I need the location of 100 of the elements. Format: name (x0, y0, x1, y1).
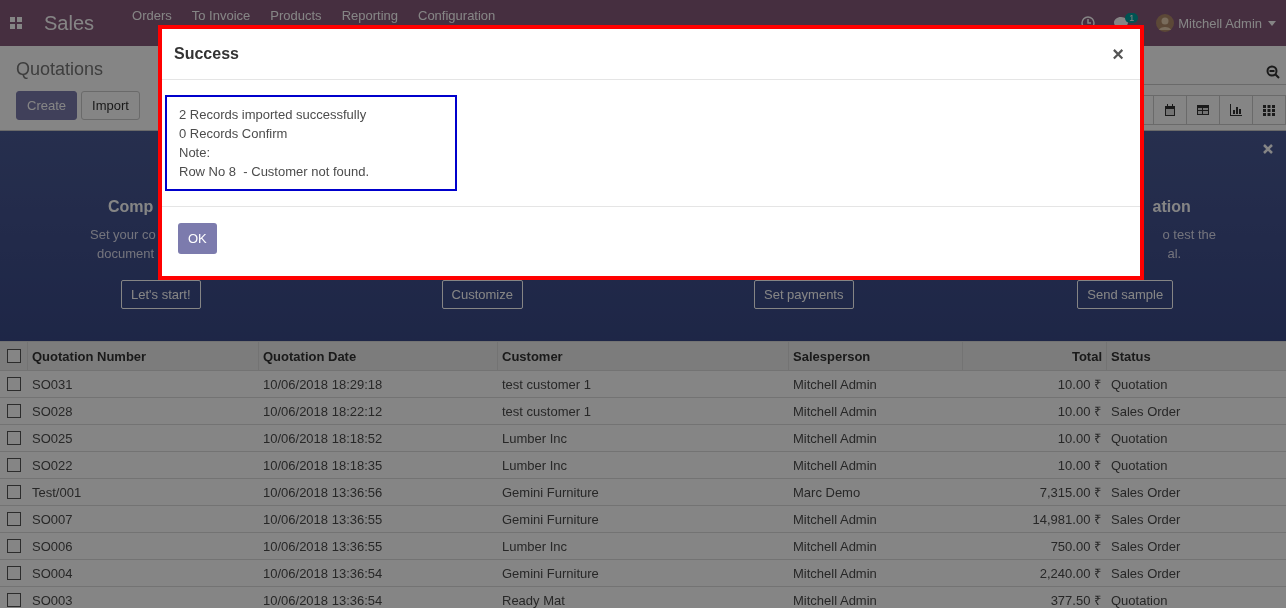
message-line: Row No 8 - Customer not found. (179, 163, 371, 181)
table-cell-text: SO006 (31, 538, 74, 554)
table-cell-text: Marc Demo (792, 484, 862, 500)
table-cell-text: Mitchell Admin (792, 376, 878, 392)
table-cell-text: 10/06/2018 13:36:54 (262, 565, 384, 581)
breadcrumb: Quotations (16, 59, 105, 80)
create-button[interactable]: Create (16, 91, 78, 120)
step-description: Set your co (90, 226, 156, 244)
table-cell-text: Gemini Furniture (501, 565, 600, 581)
calendar-view-button[interactable] (1153, 95, 1187, 125)
table-cell-text: SO031 (31, 376, 74, 392)
calendar-icon (1164, 104, 1176, 116)
column-header[interactable]: Salesperson (788, 342, 962, 370)
app-name: Sales (44, 11, 95, 35)
table-cell-text: 377.50 ₹ (1049, 592, 1102, 608)
row-checkbox[interactable] (6, 404, 21, 418)
table-cell-text: SO025 (31, 430, 74, 446)
step-description: document (96, 245, 155, 263)
row-checkbox[interactable] (6, 458, 21, 472)
menu-item[interactable]: Reporting (341, 8, 398, 23)
menu-item[interactable]: Products (270, 8, 322, 23)
table-cell-text: Mitchell Admin (792, 403, 878, 419)
table-cell-text: 10/06/2018 13:36:56 (262, 484, 384, 500)
kanban-view-button[interactable] (1252, 95, 1286, 125)
row-checkbox[interactable] (6, 431, 21, 445)
step-title: Comp (107, 198, 154, 216)
table-cell-text: Lumber Inc (501, 457, 569, 473)
table-cell-text: SO007 (31, 511, 74, 527)
step-description: al. (1166, 245, 1182, 263)
row-checkbox[interactable] (6, 485, 21, 499)
caret-icon (1268, 20, 1276, 26)
ok-button[interactable]: OK (178, 223, 217, 254)
menu-item[interactable]: To Invoice (191, 8, 251, 23)
message-line: 2 Records imported successfully (179, 106, 368, 124)
dialog-title: Success (174, 45, 239, 63)
table-cell-text: 7,315.00 ₹ (1038, 484, 1102, 501)
table-icon (1197, 104, 1209, 116)
row-checkbox[interactable] (6, 539, 21, 553)
search-icon[interactable] (1266, 64, 1280, 79)
table-cell-text: 10.00 ₹ (1056, 403, 1102, 420)
table-cell-text: SO028 (31, 403, 74, 419)
table-cell-text: 10/06/2018 13:36:54 (262, 592, 384, 608)
table-cell-text: 10/06/2018 18:29:18 (262, 376, 384, 392)
row-checkbox[interactable] (6, 512, 21, 526)
close-button[interactable]: × (1108, 42, 1128, 66)
row-checkbox[interactable] (6, 566, 21, 580)
select-all-checkbox[interactable] (6, 349, 21, 363)
row-checkbox[interactable] (6, 377, 21, 391)
step-button[interactable]: Customize (441, 280, 523, 309)
table-cell-text: Lumber Inc (501, 538, 569, 554)
table-cell-text: Lumber Inc (501, 430, 569, 446)
table-cell-text: Mitchell Admin (792, 430, 878, 446)
table-cell-text: test customer 1 (501, 403, 592, 419)
step-button[interactable]: Send sample (1077, 280, 1174, 309)
step-button[interactable]: Set payments (754, 280, 854, 309)
table-cell-text: 10.00 ₹ (1056, 376, 1102, 393)
table-cell-text: SO004 (31, 565, 74, 581)
table-cell-text: 10/06/2018 13:36:55 (262, 538, 384, 554)
message-line: 0 Records Confirm (179, 125, 289, 143)
column-header[interactable]: Customer (497, 342, 788, 370)
table-cell-text: Mitchell Admin (792, 457, 878, 473)
table-cell-text: 10.00 ₹ (1056, 457, 1102, 474)
table-cell-text: SO003 (31, 592, 74, 608)
table-cell-text: Quotation (1110, 457, 1169, 473)
table-cell-text: 14,981.00 ₹ (1031, 511, 1102, 528)
table-cell-text: SO022 (31, 457, 74, 473)
table-cell-text: 10/06/2018 18:18:52 (262, 430, 384, 446)
table-cell-text: Ready Mat (501, 592, 566, 608)
grid-icon (1263, 104, 1275, 116)
apps-icon[interactable] (10, 17, 22, 29)
table-cell-text: Sales Order (1110, 403, 1182, 419)
table-cell-text: Gemini Furniture (501, 511, 600, 527)
user-menu[interactable]: Mitchell Admin (1178, 15, 1262, 31)
step-description: o test the (1161, 226, 1216, 244)
column-header[interactable]: Total (962, 342, 1106, 370)
avatar-icon (1156, 14, 1175, 32)
table-cell-text: Sales Order (1110, 511, 1182, 527)
table-cell-text: 10/06/2018 13:36:55 (262, 511, 384, 527)
close-icon[interactable] (1263, 144, 1273, 154)
column-header[interactable]: Status (1106, 342, 1286, 370)
menu-item[interactable]: Configuration (418, 8, 496, 23)
table-cell-text: Sales Order (1110, 484, 1182, 500)
message-line: Note: (179, 144, 212, 162)
table-cell-text: 10/06/2018 18:18:35 (262, 457, 384, 473)
table-cell-text: Mitchell Admin (792, 592, 878, 608)
graph-view-button[interactable] (1219, 95, 1253, 125)
table-cell-text: Mitchell Admin (792, 511, 878, 527)
pivot-view-button[interactable] (1186, 95, 1220, 125)
column-header[interactable]: Quotation Number (27, 342, 258, 370)
table-cell-text: Mitchell Admin (792, 538, 878, 554)
bar-chart-icon (1230, 104, 1242, 116)
table-cell-text: Sales Order (1110, 538, 1182, 554)
step-button[interactable]: Let's start! (120, 280, 201, 309)
table-cell-text: Gemini Furniture (501, 484, 600, 500)
row-checkbox[interactable] (6, 593, 21, 607)
import-button[interactable]: Import (81, 91, 140, 120)
column-header[interactable]: Quotation Date (258, 342, 497, 370)
table-cell-text: 750.00 ₹ (1049, 538, 1102, 555)
table-cell-text: 10.00 ₹ (1056, 430, 1102, 447)
menu-item[interactable]: Orders (132, 8, 172, 23)
